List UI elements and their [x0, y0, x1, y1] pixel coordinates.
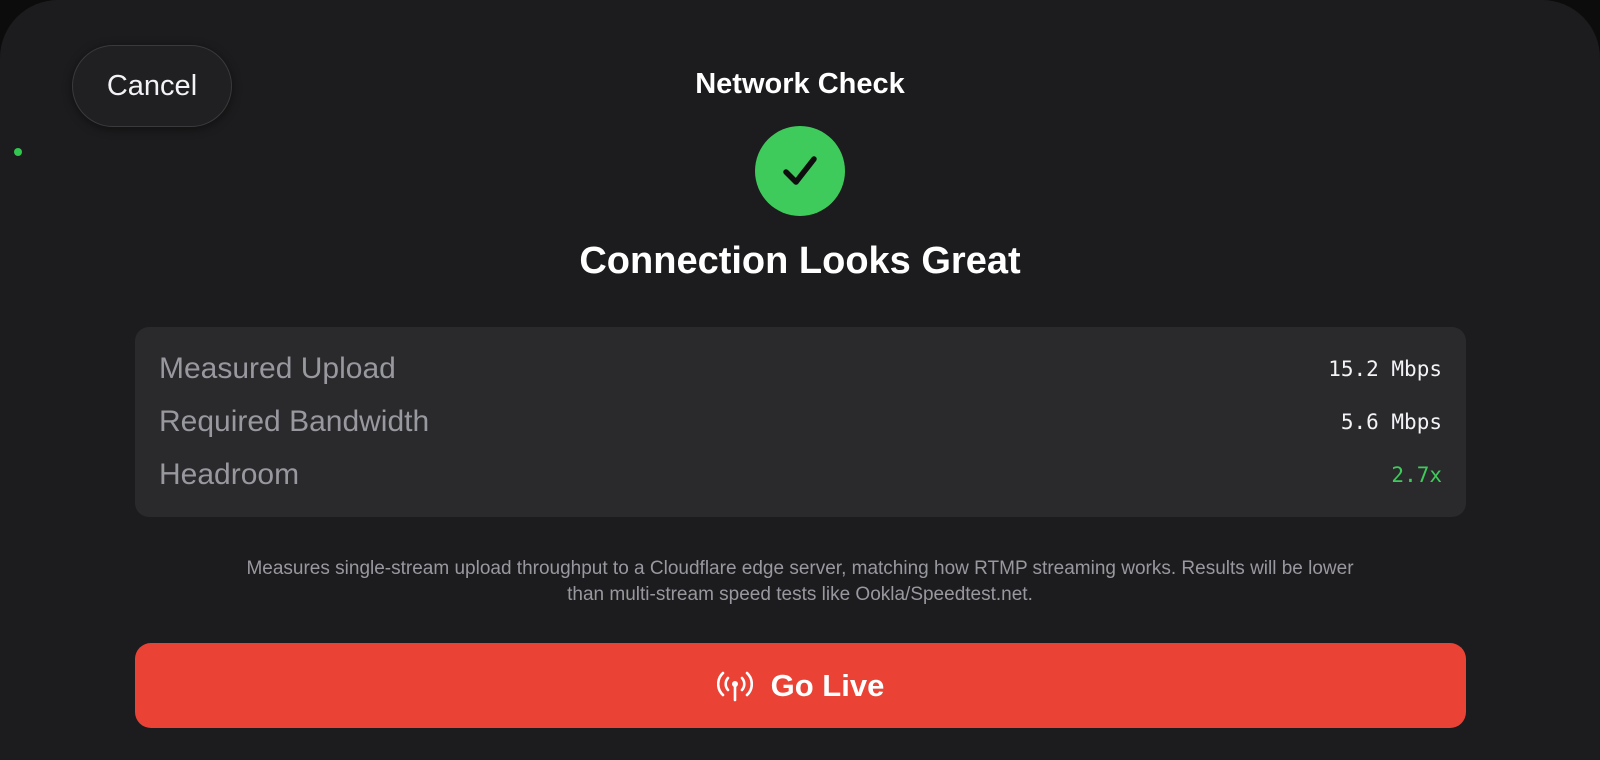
- footnote-line: Measures single-stream upload throughput…: [246, 558, 1354, 579]
- stat-value: 2.7x: [1391, 463, 1442, 487]
- stat-row-measured-upload: Measured Upload 15.2 Mbps: [159, 349, 1442, 389]
- stat-label: Measured Upload: [159, 352, 396, 385]
- stat-value: 5.6 Mbps: [1340, 410, 1442, 434]
- network-check-sheet: Cancel Network Check Connection Looks Gr…: [0, 0, 1600, 760]
- status-indicator-dot: [14, 148, 22, 156]
- stat-row-required-bandwidth: Required Bandwidth 5.6 Mbps: [159, 402, 1442, 442]
- stat-label: Headroom: [159, 458, 300, 491]
- checkmark-icon: [783, 156, 817, 185]
- footnote: Measures single-stream upload throughput…: [140, 556, 1460, 608]
- result-headline: Connection Looks Great: [579, 240, 1021, 282]
- stat-row-headroom: Headroom 2.7x: [159, 455, 1442, 495]
- antenna-broadcast-icon: [716, 670, 753, 702]
- page-title: Network Check: [695, 68, 905, 100]
- go-live-label: Go Live: [770, 667, 885, 703]
- success-badge: [755, 126, 845, 216]
- stat-value: 15.2 Mbps: [1328, 357, 1442, 381]
- stats-card: Measured Upload 15.2 Mbps Required Bandw…: [135, 327, 1466, 517]
- stat-label: Required Bandwidth: [159, 405, 430, 438]
- footnote-line: than multi-stream speed tests like Ookla…: [567, 584, 1033, 605]
- go-live-button[interactable]: Go Live: [135, 643, 1466, 728]
